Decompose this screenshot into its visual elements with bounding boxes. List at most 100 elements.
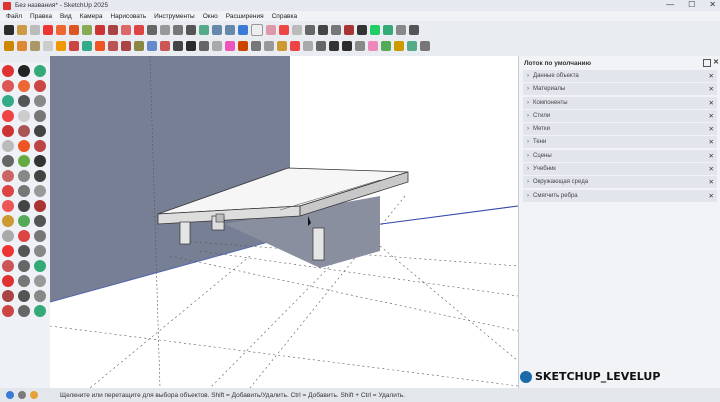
menu-help[interactable]: Справка [272, 13, 298, 20]
outer-shell-icon[interactable] [95, 40, 105, 51]
scale-icon[interactable] [121, 24, 131, 35]
monochrome-icon[interactable] [34, 305, 46, 317]
intersect-icon[interactable] [18, 245, 30, 257]
zoom-icon[interactable] [186, 24, 196, 35]
add-detail-icon[interactable] [18, 230, 30, 242]
line-icon[interactable] [2, 80, 14, 92]
line-icon[interactable] [43, 24, 53, 35]
trim-icon[interactable] [121, 40, 131, 51]
flip-icon[interactable] [160, 40, 170, 51]
shaded-icon[interactable] [266, 24, 276, 35]
axes-icon[interactable] [2, 155, 14, 167]
tray-panel[interactable]: › Стили ✕ [523, 109, 717, 122]
intersect-icon[interactable] [82, 40, 92, 51]
menu-draw[interactable]: Нарисовать [110, 13, 146, 20]
credits-icon[interactable] [18, 391, 26, 399]
textured-icon[interactable] [18, 305, 30, 317]
union-icon[interactable] [34, 245, 46, 257]
outer-shell-icon[interactable] [2, 245, 14, 257]
close-icon[interactable]: ✕ [709, 99, 714, 107]
paint-icon[interactable] [238, 40, 248, 51]
close-icon[interactable]: ✕ [709, 125, 714, 133]
percent-icon[interactable] [329, 40, 339, 51]
component-icon[interactable] [56, 40, 66, 51]
sandbox-icon[interactable] [34, 200, 46, 212]
move-icon[interactable] [2, 110, 14, 122]
select-icon[interactable] [18, 65, 30, 77]
rectangle-icon[interactable] [69, 24, 79, 35]
rotate-icon[interactable] [34, 110, 46, 122]
3d-viewport[interactable] [50, 56, 518, 388]
close-icon[interactable]: ✕ [709, 192, 714, 200]
offset-icon[interactable] [134, 24, 144, 35]
pan-icon[interactable] [2, 170, 14, 182]
close-icon[interactable]: ✕ [709, 85, 714, 93]
look-around-icon[interactable] [331, 24, 341, 35]
section-plane-icon[interactable] [292, 24, 302, 35]
close-icon[interactable]: ✕ [709, 112, 714, 120]
sandbox-icon[interactable] [383, 24, 393, 35]
walk-icon[interactable] [318, 24, 328, 35]
xray-icon[interactable] [238, 24, 248, 35]
rotate-icon[interactable] [108, 24, 118, 35]
checker-icon[interactable] [357, 24, 367, 35]
tray-panel[interactable]: › Метки ✕ [523, 123, 717, 136]
make-component-icon[interactable] [2, 65, 14, 77]
paint-bucket-icon[interactable] [17, 24, 27, 35]
plank-icon[interactable] [30, 40, 40, 51]
dimension-icon[interactable] [18, 140, 30, 152]
select-icon[interactable] [4, 24, 14, 35]
flip-icon[interactable] [2, 230, 14, 242]
menu-extensions[interactable]: Расширения [226, 13, 264, 20]
stamp-icon[interactable] [2, 215, 14, 227]
style-icon[interactable] [18, 275, 30, 287]
export-icon[interactable] [394, 40, 404, 51]
move-icon[interactable] [95, 24, 105, 35]
solid-icon[interactable] [69, 40, 79, 51]
view-iso-icon[interactable] [199, 24, 209, 35]
tape-measure-icon[interactable] [147, 24, 157, 35]
hidden-line-icon[interactable] [34, 290, 46, 302]
eraser-icon[interactable] [34, 65, 46, 77]
next-view-icon[interactable] [18, 200, 30, 212]
match-photo-icon[interactable] [368, 40, 378, 51]
dimension-icon[interactable] [173, 40, 183, 51]
close-icon[interactable]: ✕ [709, 72, 714, 80]
axes-icon[interactable] [199, 40, 209, 51]
rectangle-icon[interactable] [34, 80, 46, 92]
subtract-icon[interactable] [2, 260, 14, 272]
zoom-icon[interactable] [18, 170, 30, 182]
soften-icon[interactable] [251, 40, 261, 51]
menu-tools[interactable]: Инструменты [154, 13, 195, 20]
orbit-icon[interactable] [160, 24, 170, 35]
look-around-icon[interactable] [18, 185, 30, 197]
text-icon[interactable] [34, 140, 46, 152]
close-icon[interactable]: ✕ [709, 138, 714, 146]
close-icon[interactable]: ✕ [709, 152, 714, 160]
push-pull-icon[interactable] [82, 24, 92, 35]
xray-icon[interactable] [34, 275, 46, 287]
arc-icon[interactable] [56, 24, 66, 35]
close-icon[interactable]: ✕ [709, 165, 714, 173]
tray-panel[interactable]: › Данные объекта ✕ [523, 70, 717, 82]
cloud-icon[interactable] [370, 24, 380, 35]
pin-icon[interactable] [703, 59, 711, 67]
stamp-icon[interactable] [290, 40, 300, 51]
back-edges-icon[interactable] [2, 290, 14, 302]
flip-edge-icon[interactable] [355, 40, 365, 51]
tray-panel[interactable]: › Учебник ✕ [523, 163, 717, 176]
position-camera-icon[interactable] [34, 185, 46, 197]
follow-me-icon[interactable] [2, 125, 14, 137]
walk-icon[interactable] [2, 185, 14, 197]
offset-icon[interactable] [34, 125, 46, 137]
camera-icon[interactable] [305, 24, 315, 35]
scene-icon[interactable] [342, 40, 352, 51]
protractor-icon[interactable] [2, 140, 14, 152]
settings-icon[interactable] [409, 24, 419, 35]
tray-panel[interactable]: › Компоненты ✕ [523, 96, 717, 109]
subtract-icon[interactable] [108, 40, 118, 51]
split-icon[interactable] [134, 40, 144, 51]
zoom-extents-icon[interactable] [34, 170, 46, 182]
3d-text-icon[interactable] [225, 40, 235, 51]
text-icon[interactable] [186, 40, 196, 51]
